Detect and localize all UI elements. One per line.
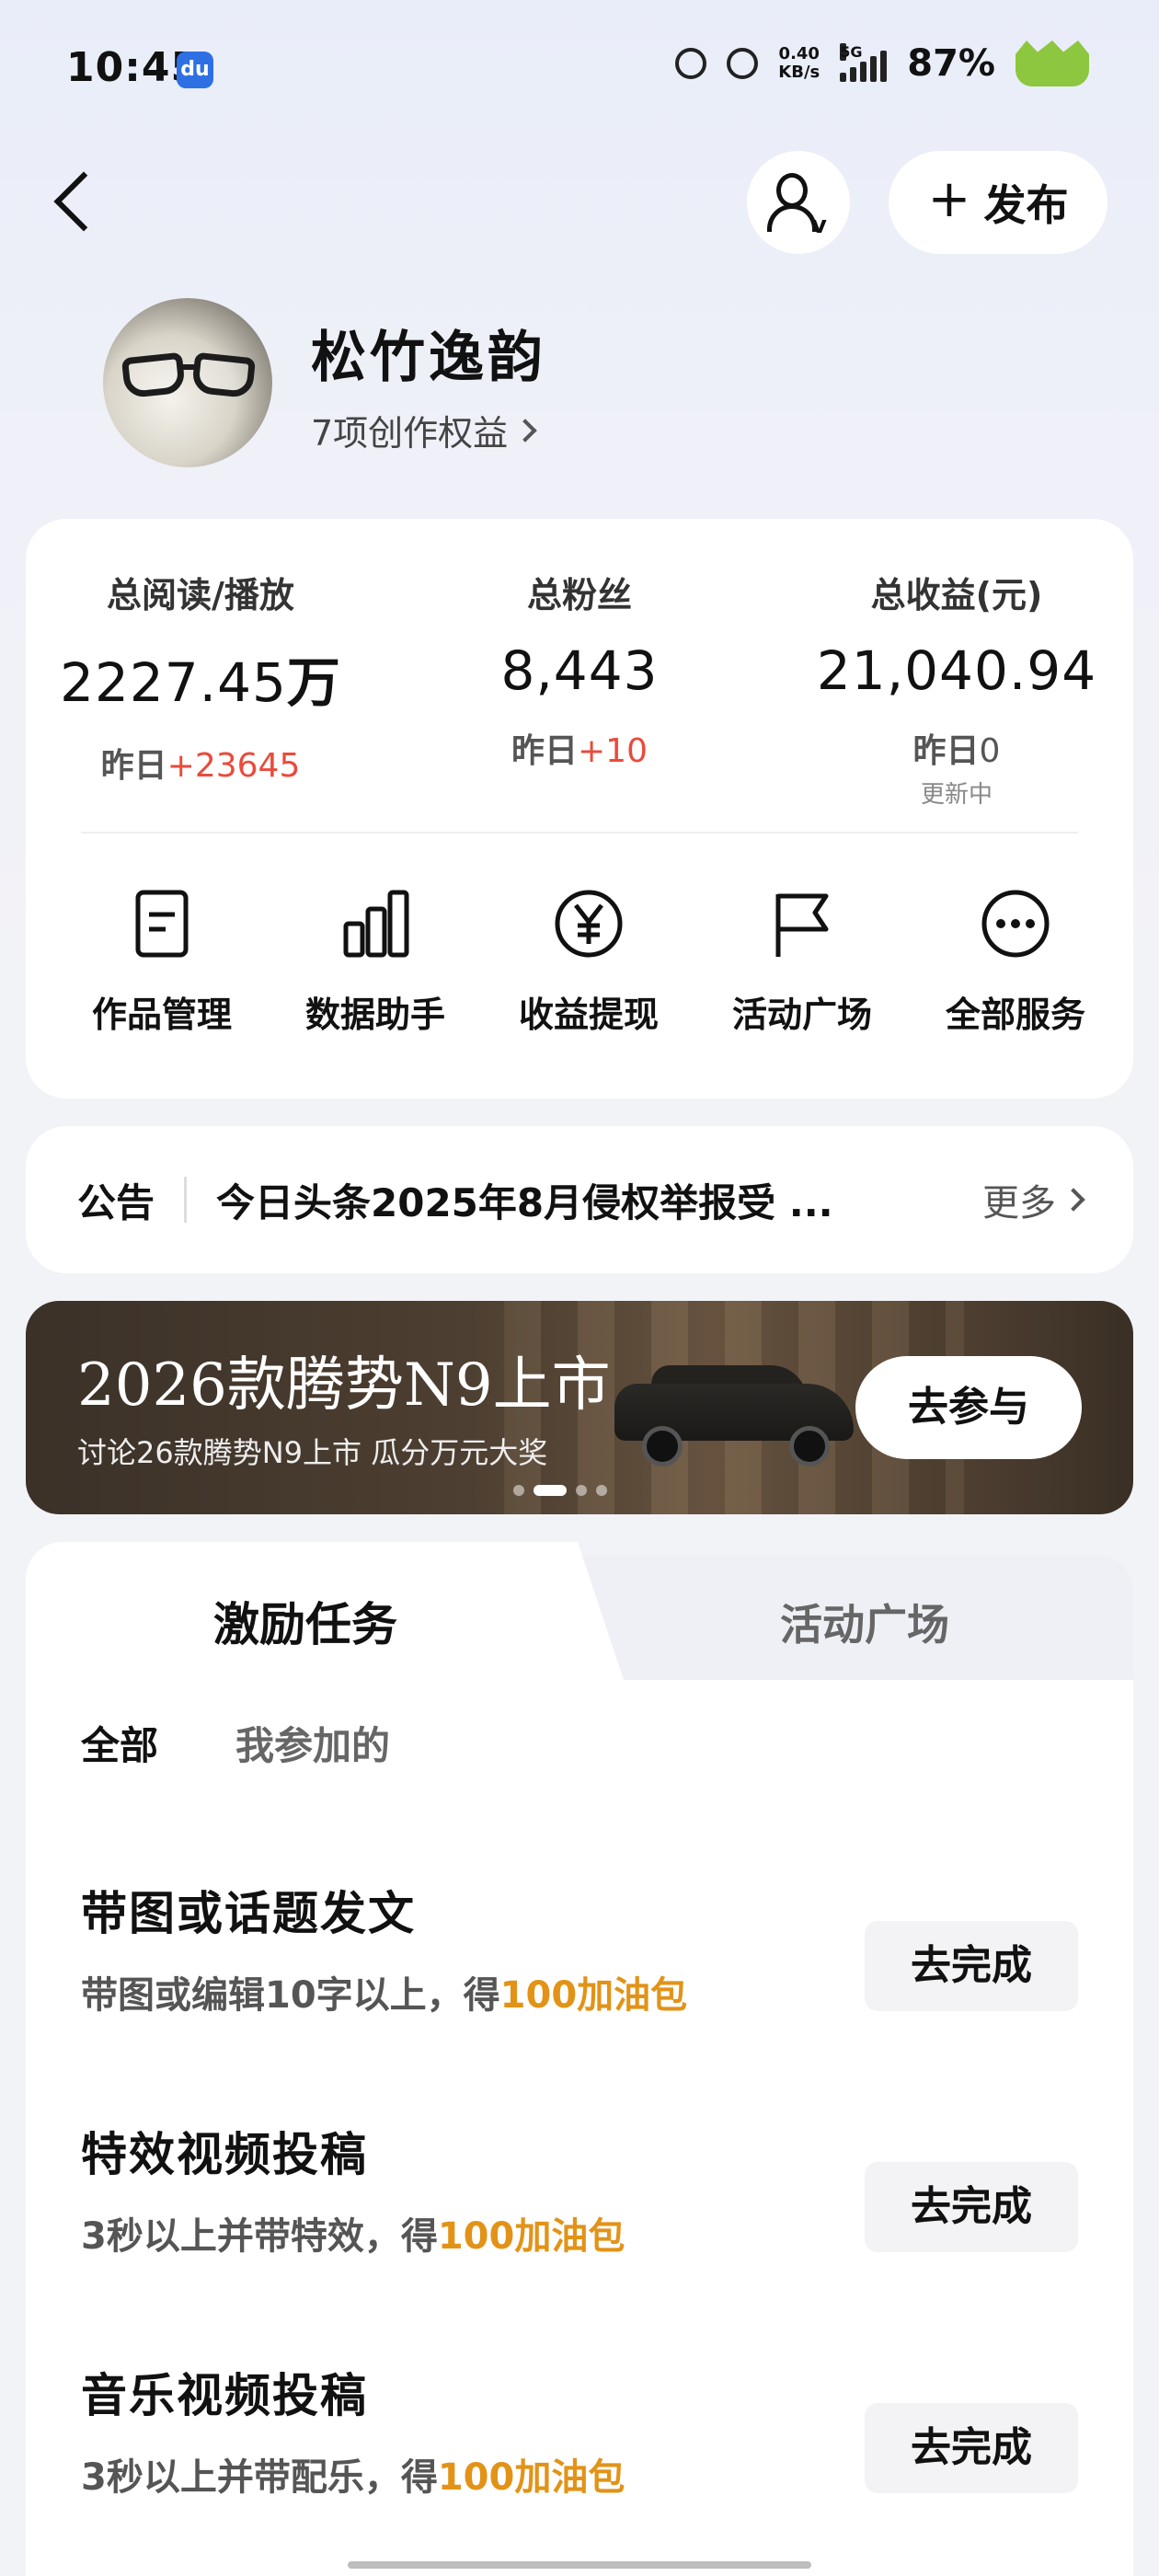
stat-yesterday-value: +10: [578, 732, 648, 770]
check-icon: v: [811, 212, 827, 239]
more-icon: [981, 890, 1050, 958]
flower-icon: [675, 48, 707, 79]
announcement-title: 公告: [77, 1179, 155, 1225]
stat-yesterday-value: 0: [979, 732, 1001, 770]
banner-title: 2026款腾势N9上市: [77, 1351, 611, 1420]
promo-banner[interactable]: 2026款腾势N9上市 讨论26款腾势N9上市 瓜分万元大奖 去参与: [26, 1301, 1133, 1514]
stat-label: 总收益(元): [870, 575, 1043, 615]
banner-subtitle: 讨论26款腾势N9上市 瓜分万元大奖: [77, 1435, 548, 1470]
service-all-services[interactable]: 全部服务: [905, 887, 1126, 1037]
carousel-dot: [596, 1485, 607, 1496]
carousel-dots: [513, 1485, 607, 1496]
carousel-dot: [513, 1485, 524, 1496]
more-label: 更多: [982, 1182, 1056, 1225]
service-income-withdraw[interactable]: 收益提现: [478, 887, 699, 1037]
service-label: 活动广场: [731, 995, 872, 1035]
task-description-text: 带图或编辑10字以上，得: [81, 1974, 500, 2017]
carousel-dot: [576, 1485, 587, 1496]
stat-label: 总阅读/播放: [107, 575, 294, 615]
stat-yesterday-label: 昨日: [912, 732, 980, 770]
person-icon: [776, 173, 808, 208]
network-type: 5G: [840, 43, 863, 61]
stat-value: 21,040.94: [782, 639, 1131, 702]
yuan-icon: [555, 890, 623, 958]
task-description-text: 3秒以上并带配乐，得: [81, 2456, 438, 2499]
stat-yesterday-label: 昨日: [100, 747, 167, 785]
service-label: 作品管理: [91, 995, 232, 1035]
service-works-management[interactable]: 作品管理: [52, 887, 272, 1037]
stats-card: 总阅读/播放 2227.45万 昨日+23645 总粉丝 8,443 昨日+10…: [26, 519, 1133, 1098]
avatar[interactable]: [103, 298, 272, 467]
creator-benefits-label: 7项创作权益: [311, 413, 509, 454]
flag-icon: [775, 893, 829, 957]
battery-percent: 87%: [907, 42, 995, 85]
creator-benefits-link[interactable]: 7项创作权益: [311, 405, 537, 455]
task-item: 特效视频投稿 3秒以上并带特效，得100加油包 去完成: [81, 2118, 1078, 2265]
publish-button[interactable]: + 发布: [889, 151, 1107, 254]
username: 松竹逸韵: [311, 326, 546, 390]
back-button[interactable]: [52, 166, 107, 239]
carousel-dot-active: [534, 1485, 567, 1496]
stat-unit: 万: [286, 651, 341, 714]
task-reward: 100加油包: [437, 2215, 625, 2258]
stat-yesterday-value: +23645: [166, 747, 301, 785]
stat-total-income[interactable]: 总收益(元) 21,040.94 昨日0 更新中: [782, 567, 1131, 810]
tab-activity-square[interactable]: 活动广场: [780, 1592, 949, 1652]
stat-yesterday-label: 昨日: [511, 732, 579, 770]
service-activity-square[interactable]: 活动广场: [692, 887, 912, 1037]
announcement-more-link[interactable]: 更多: [982, 1173, 1085, 1226]
task-item: 音乐视频投稿 3秒以上并带配乐，得100加油包 去完成: [81, 2359, 1078, 2506]
stat-label: 总粉丝: [526, 575, 632, 615]
filter-joined[interactable]: 我参加的: [235, 1715, 390, 1771]
signal-icon: 5G: [840, 43, 888, 82]
complete-task-button[interactable]: 去完成: [865, 2403, 1078, 2493]
tasks-section: 激励任务 活动广场 全部 我参加的 带图或话题发文 带图或编辑10字以上，得10…: [26, 1542, 1133, 2576]
stat-updating-note: 更新中: [920, 781, 993, 809]
task-description-text: 3秒以上并带特效，得: [81, 2215, 438, 2258]
home-indicator[interactable]: [348, 2561, 811, 2569]
chevron-right-icon: [513, 418, 537, 443]
alarm-icon: [727, 48, 759, 79]
complete-task-button[interactable]: 去完成: [865, 1921, 1078, 2011]
network-speed-value: 0.40: [778, 44, 820, 63]
stat-yesterday: 昨日0: [782, 724, 1131, 772]
stat-number: 8,443: [500, 639, 659, 702]
announcement-text[interactable]: 今日头条2025年8月侵权举报受 ...: [216, 1172, 946, 1228]
network-speed-unit: KB/s: [778, 63, 820, 82]
stat-value: 8,443: [405, 639, 754, 702]
bar-chart-icon: [343, 890, 409, 958]
complete-task-button[interactable]: 去完成: [865, 2162, 1078, 2252]
document-icon: [135, 890, 189, 958]
stat-number: 21,040.94: [816, 639, 1097, 702]
stat-yesterday: 昨日+10: [405, 724, 754, 772]
divider: [184, 1177, 188, 1223]
task-reward: 100加油包: [437, 2456, 625, 2499]
task-item: 带图或话题发文 带图或编辑10字以上，得100加油包 去完成: [81, 1877, 1078, 2024]
follow-button[interactable]: v: [747, 151, 850, 254]
stat-yesterday: 昨日+23645: [26, 739, 375, 787]
chevron-right-icon: [1061, 1188, 1085, 1212]
stat-value: 2227.45万: [26, 639, 375, 717]
stat-number: 2227.45: [60, 651, 287, 714]
join-button[interactable]: 去参与: [855, 1356, 1082, 1459]
network-speed: 0.40 KB/s: [778, 45, 820, 82]
stat-total-reads[interactable]: 总阅读/播放 2227.45万 昨日+23645: [26, 567, 375, 787]
service-label: 数据助手: [304, 995, 445, 1035]
publish-label: 发布: [983, 180, 1069, 230]
task-reward: 100加油包: [499, 1974, 688, 2017]
tab-incentive-tasks[interactable]: 激励任务: [213, 1588, 397, 1654]
announcement-bar[interactable]: 公告 今日头条2025年8月侵权举报受 ... 更多: [26, 1126, 1133, 1273]
service-data-assistant[interactable]: 数据助手: [265, 887, 486, 1037]
car-image: [614, 1365, 854, 1466]
plus-icon: +: [927, 169, 971, 229]
service-label: 收益提现: [518, 995, 659, 1035]
status-icons: 0.40 KB/s 5G 87%: [675, 40, 1089, 86]
baidu-app-icon: du: [177, 52, 213, 88]
stat-total-fans[interactable]: 总粉丝 8,443 昨日+10: [405, 567, 754, 772]
battery-icon: [1016, 40, 1089, 86]
divider: [81, 832, 1078, 834]
filter-all[interactable]: 全部: [81, 1715, 158, 1771]
service-label: 全部服务: [945, 995, 1085, 1035]
